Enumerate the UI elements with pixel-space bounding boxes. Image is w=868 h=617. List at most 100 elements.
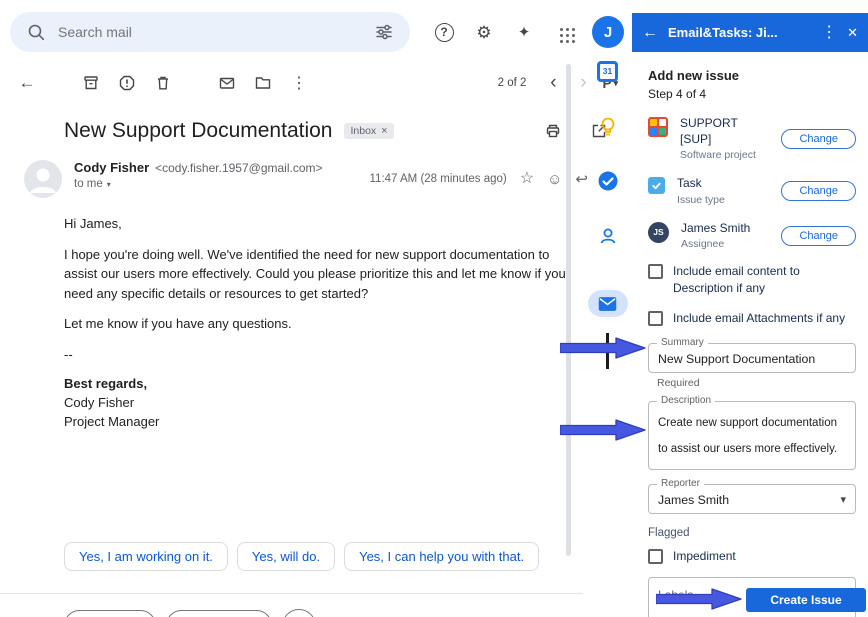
email-toolbar: ← ⋮ 2 o <box>14 70 618 96</box>
annotation-vertical-line <box>606 333 609 369</box>
jira-addon-panel: ← Email&Tasks: Ji... ⋮ ✕ Add new issue S… <box>632 0 868 617</box>
emoji-reaction-icon[interactable]: ☺ <box>547 172 562 187</box>
assignee-avatar: JS <box>648 222 669 243</box>
labels-placeholder: Labels <box>658 588 693 602</box>
profile-avatar[interactable]: J <box>592 16 624 48</box>
pagination-label: 2 of 2 <box>498 77 527 89</box>
reply-button[interactable]: ↩ Reply <box>64 610 156 617</box>
archive-icon[interactable] <box>78 70 104 96</box>
inbox-label-chip: Inbox × <box>344 123 393 139</box>
recipient-dropdown[interactable]: to me ▾ <box>74 178 323 190</box>
include-attachments-label: Include email Attachments if any <box>673 310 845 327</box>
sender-avatar[interactable] <box>24 160 62 198</box>
delete-icon[interactable] <box>150 70 176 96</box>
smart-reply-chip[interactable]: Yes, I can help you with that. <box>344 542 539 571</box>
impediment-option: Impediment <box>648 548 856 565</box>
description-label: Description <box>657 395 715 406</box>
required-hint: Required <box>657 377 856 389</box>
search-input[interactable] <box>58 24 362 40</box>
email-timestamp: 11:47 AM (28 minutes ago) <box>370 173 507 185</box>
paragraph: I hope you're doing well. We've identifi… <box>64 245 572 304</box>
move-to-folder-icon[interactable] <box>250 70 276 96</box>
include-attachments-checkbox[interactable] <box>648 311 663 326</box>
add-emoji-button[interactable]: ☺ <box>282 609 316 617</box>
back-icon[interactable]: ← <box>642 25 658 41</box>
project-row: SUPPORT [SUP] Software project Change <box>648 116 856 161</box>
email-body: Hi James, I hope you're doing well. We'v… <box>64 214 572 432</box>
mark-unread-icon[interactable] <box>214 70 240 96</box>
panel-heading: Add new issue <box>648 68 856 83</box>
flagged-label: Flagged <box>648 527 856 539</box>
summary-value: New Support Documentation <box>658 352 846 366</box>
description-field[interactable]: Description Create new support documenta… <box>648 401 856 470</box>
smart-reply-chip[interactable]: Yes, I am working on it. <box>64 542 228 571</box>
summary-label: Summary <box>657 337 708 348</box>
close-icon[interactable]: ✕ <box>847 26 858 39</box>
help-icon[interactable]: ? <box>432 20 456 44</box>
reporter-label: Reporter <box>657 478 704 489</box>
tasks-icon[interactable] <box>595 168 621 194</box>
include-attachments-option: Include email Attachments if any <box>648 310 856 327</box>
topbar-actions: ? ⚙ ✦ J <box>432 16 624 48</box>
scrollbar[interactable] <box>566 64 571 556</box>
task-type-icon <box>648 177 665 194</box>
description-value: Create new support documentation to assi… <box>658 410 846 463</box>
jira-addon-icon-active[interactable] <box>588 290 628 317</box>
change-issue-type-button[interactable]: Change <box>781 181 856 201</box>
calendar-icon[interactable]: 31 <box>595 58 621 84</box>
reporter-select[interactable]: Reporter James Smith ▾ <box>648 484 856 514</box>
gemini-sparkle-icon[interactable]: ✦ <box>512 20 536 44</box>
sender-row: Cody Fisher <cody.fisher.1957@gmail.com>… <box>24 160 616 198</box>
include-content-option: Include email content to Description if … <box>648 263 856 297</box>
signature-name: Cody Fisher <box>64 394 572 413</box>
step-indicator: Step 4 of 4 <box>648 87 856 101</box>
impediment-checkbox[interactable] <box>648 549 663 564</box>
reporter-value: James Smith <box>658 493 729 507</box>
apps-grid-icon[interactable] <box>552 20 576 44</box>
project-name: SUPPORT [SUP] <box>680 116 772 147</box>
search-icon <box>24 20 48 44</box>
assignee-name: James Smith <box>681 221 773 237</box>
report-spam-icon[interactable] <box>114 70 140 96</box>
sender-name: Cody Fisher <box>74 160 149 175</box>
more-options-icon[interactable]: ⋮ <box>286 70 312 96</box>
change-project-button[interactable]: Change <box>781 129 856 149</box>
include-content-checkbox[interactable] <box>648 264 663 279</box>
smart-reply-chip[interactable]: Yes, will do. <box>237 542 335 571</box>
print-icon[interactable] <box>540 118 566 144</box>
search-filter-icon[interactable] <box>372 20 396 44</box>
create-issue-button[interactable]: Create Issue <box>746 588 866 612</box>
smart-replies: Yes, I am working on it. Yes, will do. Y… <box>64 542 632 571</box>
screen: ? ⚙ ✦ J ← <box>0 0 868 617</box>
addon-body: Add new issue Step 4 of 4 SUPPORT [SUP] … <box>632 52 868 617</box>
caret-down-icon: ▾ <box>840 493 846 506</box>
addon-header: ← Email&Tasks: Ji... ⋮ ✕ <box>632 13 868 52</box>
project-type: Software project <box>680 149 772 161</box>
email-footer: ↩ Reply ↪ Forward ☺ <box>0 593 583 617</box>
search-bar[interactable] <box>10 12 410 52</box>
project-avatar-icon <box>648 117 668 137</box>
back-icon[interactable]: ← <box>14 70 40 96</box>
caret-down-icon: ▾ <box>107 180 111 189</box>
contacts-icon[interactable] <box>595 223 621 249</box>
more-options-icon[interactable]: ⋮ <box>821 25 837 41</box>
remove-label-icon[interactable]: × <box>381 125 387 137</box>
gmail-topbar: ? ⚙ ✦ J <box>0 0 632 52</box>
summary-field[interactable]: Summary New Support Documentation <box>648 343 856 373</box>
newer-email-icon[interactable]: ‹ <box>542 72 564 94</box>
greeting: Hi James, <box>64 214 572 234</box>
signature-regards: Best regards, <box>64 375 572 394</box>
include-content-label: Include email content to Description if … <box>673 263 841 297</box>
issue-type-row: Task Issue type Change <box>648 176 856 206</box>
keep-icon[interactable] <box>595 113 621 139</box>
addon-title: Email&Tasks: Ji... <box>668 25 811 40</box>
change-assignee-button[interactable]: Change <box>781 226 856 246</box>
impediment-label: Impediment <box>673 548 736 565</box>
subject-row: New Support Documentation Inbox × <box>64 118 612 144</box>
settings-gear-icon[interactable]: ⚙ <box>472 20 496 44</box>
assignee-label: Assignee <box>681 238 773 250</box>
forward-button[interactable]: ↪ Forward <box>166 610 272 617</box>
gmail-app: ? ⚙ ✦ J ← <box>0 0 632 617</box>
star-icon[interactable]: ☆ <box>520 171 534 187</box>
workspace-rail: 31 <box>583 58 632 317</box>
